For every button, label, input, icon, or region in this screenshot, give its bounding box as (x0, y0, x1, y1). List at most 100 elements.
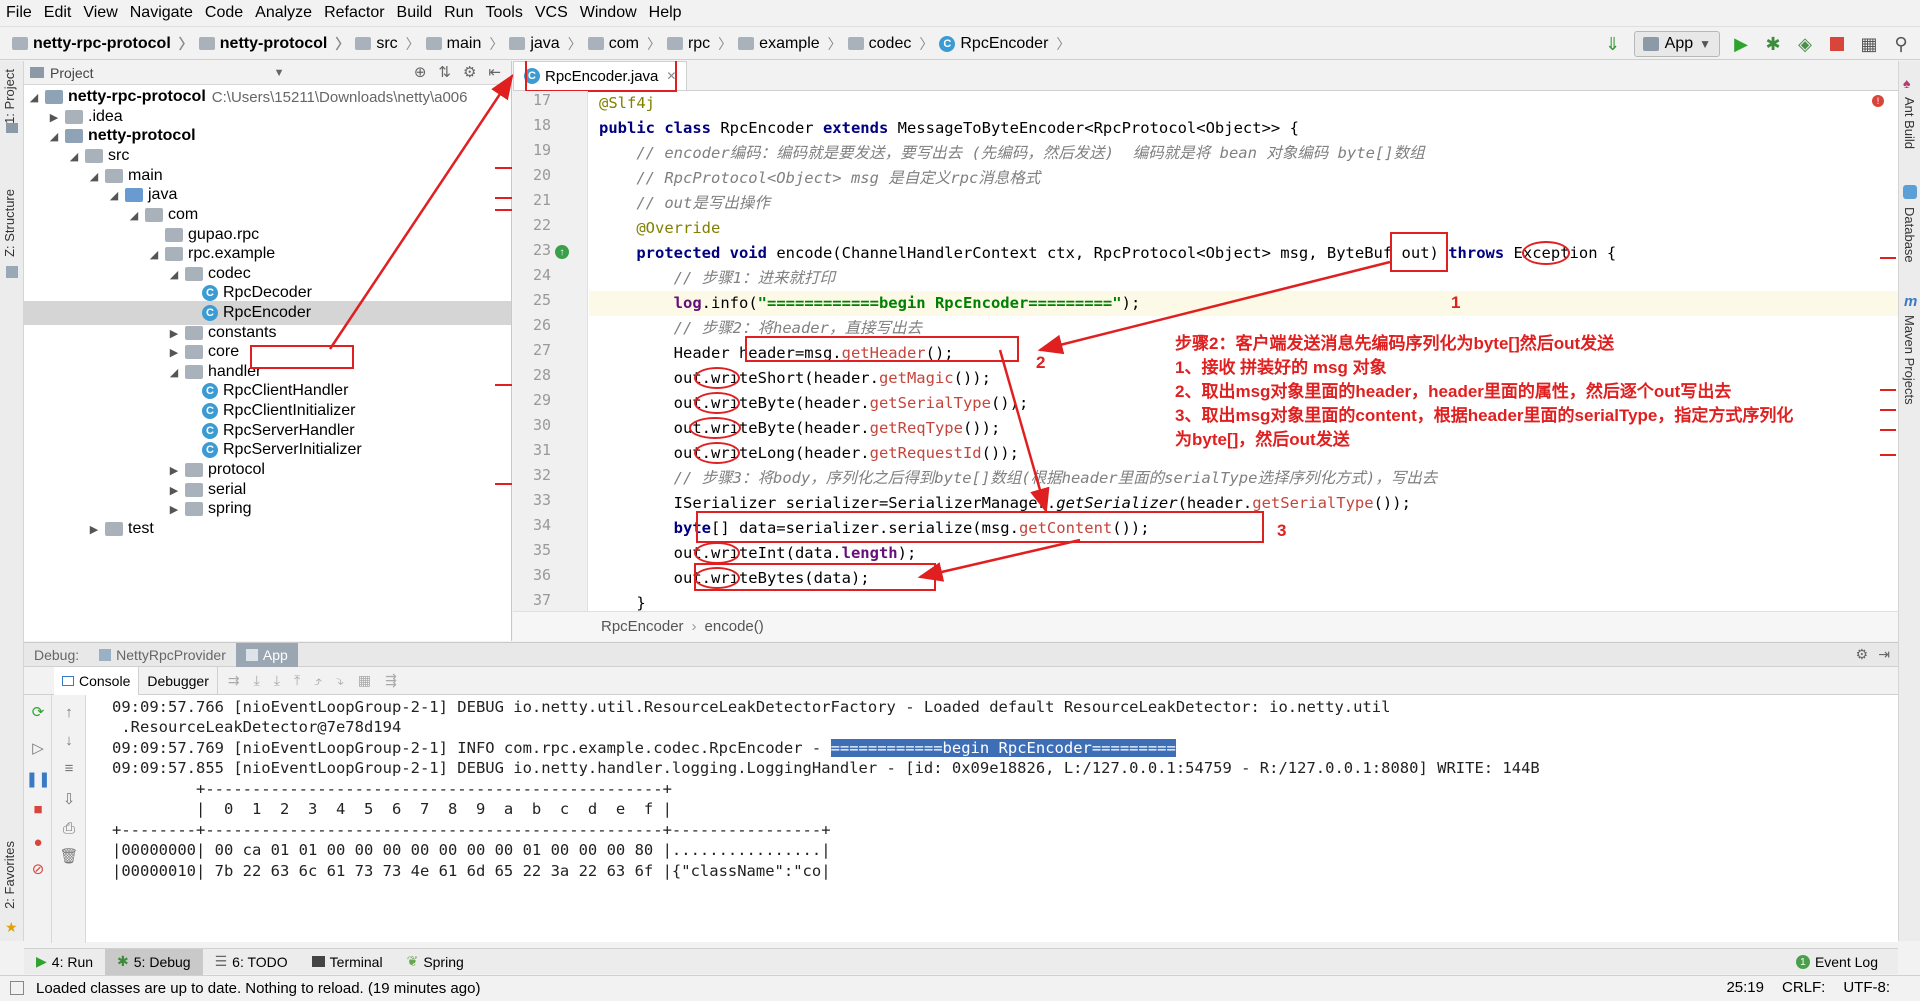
tool-tab-favorites[interactable]: 2: Favorites (2, 841, 17, 909)
status-toggle-icon[interactable] (10, 981, 24, 995)
breadcrumb-codec[interactable]: codec 〉 (847, 34, 933, 54)
expanded-arrow-icon: ◢ (49, 130, 59, 143)
menu-file[interactable]: File (6, 4, 32, 22)
line-number: 32 (532, 466, 551, 484)
left-tool-strip: 1: Project Z: Structure 2: Favorites ★ (0, 61, 24, 941)
pause-icon[interactable]: ❚❚ (25, 770, 50, 788)
breadcrumb-rpc[interactable]: rpc 〉 (666, 34, 732, 54)
collapsed-arrow-icon: ▶ (169, 503, 179, 516)
tool-tab-spring[interactable]: ❦ Spring (395, 949, 476, 975)
up-arrow-icon[interactable]: ↑ (60, 703, 78, 721)
run-icon[interactable]: ▶ (1730, 33, 1752, 55)
menu-edit[interactable]: Edit (44, 4, 72, 22)
menu-window[interactable]: Window (580, 4, 637, 22)
collapse-icon[interactable]: ⇅ (438, 63, 451, 81)
gear-icon[interactable]: ⚙ (1855, 646, 1868, 663)
code-line-23: protected void encode(ChannelHandlerCont… (636, 244, 1617, 262)
breadcrumb-src[interactable]: src 〉 (355, 34, 420, 54)
menu-navigate[interactable]: Navigate (130, 4, 193, 22)
debug-icon[interactable]: ✱ (1762, 33, 1784, 55)
chevron-right-icon: › (691, 618, 697, 635)
menu-analyze[interactable]: Analyze (255, 4, 312, 22)
tool-tab-database[interactable]: Database (1902, 207, 1917, 263)
hide-icon[interactable]: ⇤ (488, 63, 501, 81)
search-icon[interactable]: ⚲ (1890, 33, 1912, 55)
tree-label: netty-protocol (88, 127, 196, 144)
menu-tools[interactable]: Tools (485, 4, 522, 22)
tool-tab-terminal[interactable]: Terminal (300, 949, 395, 975)
folder-icon (105, 522, 123, 536)
tool-tab-debug[interactable]: ✱ 5: Debug (105, 948, 203, 975)
tool-tab-structure[interactable]: Z: Structure (2, 189, 17, 257)
caret-position[interactable]: 25:19 (1726, 979, 1764, 996)
breadcrumb-example[interactable]: example 〉 (738, 34, 842, 54)
code-line-28: out.writeShort(header.getMagic()); (599, 369, 991, 387)
debug-session-app[interactable]: App (235, 642, 298, 667)
tool-tab-todo[interactable]: ☰ 6: TODO (203, 949, 300, 975)
console-icon (62, 675, 74, 686)
file-encoding[interactable]: UTF-8: (1843, 979, 1890, 996)
build-icon[interactable]: ⇓ (1602, 33, 1624, 55)
event-log-button[interactable]: 1 Event Log (1795, 949, 1878, 975)
project-structure-icon[interactable]: ▦ (1858, 33, 1880, 55)
menu-build[interactable]: Build (397, 4, 433, 22)
tab-console[interactable]: Console (54, 666, 140, 695)
tab-debugger[interactable]: Debugger (139, 666, 218, 695)
tree-label: RpcServerInitializer (223, 441, 362, 458)
stop-icon[interactable]: ■ (29, 800, 47, 818)
tab-label: 4: Run (51, 953, 94, 970)
breadcrumb-java[interactable]: java 〉 (509, 34, 582, 54)
code-line-29: out.writeByte(header.getSerialType()); (599, 394, 1029, 412)
breadcrumb-class[interactable]: C RpcEncoder 〉 (939, 34, 1070, 54)
run-config-select[interactable]: App ▼ (1633, 31, 1720, 57)
scroll-end-icon[interactable]: ⇩ (60, 790, 78, 808)
mute-breakpoints-icon[interactable]: ⊘ (29, 860, 47, 878)
annotation-step-title: 步骤2：客户端发送消息先编码序列化为byte[]然后out发送 (1175, 334, 1615, 353)
view-breakpoints-icon[interactable]: ● (29, 833, 47, 851)
console-output[interactable]: 09:09:57.766 [nioEventLoopGroup-2-1] DEB… (86, 695, 1898, 943)
locate-icon[interactable]: ⊕ (414, 63, 427, 81)
tree-row-spring[interactable]: ▶ spring (166, 497, 252, 521)
coverage-icon[interactable]: ◈ (1794, 33, 1816, 55)
hide-icon[interactable]: ⇥ (1878, 646, 1890, 663)
menu-bar: File Edit View Navigate Code Analyze Ref… (0, 0, 1920, 27)
menu-view[interactable]: View (83, 4, 117, 22)
menu-help[interactable]: Help (649, 4, 682, 22)
down-arrow-icon[interactable]: ↓ (60, 731, 78, 749)
stop-icon[interactable] (1826, 33, 1848, 55)
tool-tab-maven[interactable]: Maven Projects (1902, 315, 1917, 405)
tool-tab-ant-build[interactable]: Ant Build (1902, 97, 1917, 149)
menu-code[interactable]: Code (205, 4, 243, 22)
gear-icon[interactable]: ⚙ (463, 63, 476, 81)
breadcrumb-method-name[interactable]: encode() (705, 618, 764, 635)
print-icon[interactable]: ⎙ (60, 819, 78, 837)
breadcrumb-module[interactable]: netty-protocol 〉 (198, 34, 349, 54)
line-number: 37 (532, 591, 551, 609)
tree-row-test[interactable]: ▶ test (86, 517, 154, 541)
breadcrumb-class-name[interactable]: RpcEncoder (601, 618, 684, 635)
breadcrumb-com[interactable]: com 〉 (587, 34, 661, 54)
line-separator[interactable]: CRLF: (1782, 979, 1825, 996)
tree-label: RpcDecoder (223, 284, 312, 301)
resume-icon[interactable]: ▷ (29, 739, 47, 757)
breadcrumb-project[interactable]: netty-rpc-protocol 〉 (12, 34, 193, 54)
tool-tab-run[interactable]: ▶ 4: Run (24, 949, 105, 975)
menu-refactor[interactable]: Refactor (324, 4, 384, 22)
menu-run[interactable]: Run (444, 4, 473, 22)
code-area[interactable]: @Slf4j public class RpcEncoder extends M… (589, 91, 1898, 612)
package-icon (185, 463, 203, 477)
project-panel-title: Project (50, 64, 94, 81)
rerun-icon[interactable]: ⟳ (29, 703, 47, 721)
override-marker-icon[interactable]: ↑ (555, 245, 569, 259)
chevron-down-icon[interactable]: ▼ (274, 67, 285, 79)
tree-label: protocol (208, 461, 265, 478)
run-config-label: App (1664, 35, 1694, 52)
debug-session-nettyrpcprovider[interactable]: NettyRpcProvider (89, 643, 236, 667)
trash-icon[interactable]: 🗑 (59, 847, 78, 865)
line-number: 31 (532, 441, 551, 459)
tool-tab-project[interactable]: 1: Project (2, 69, 17, 124)
line-number: 17 (532, 91, 551, 109)
breadcrumb-main[interactable]: main 〉 (425, 34, 503, 54)
menu-vcs[interactable]: VCS (535, 4, 568, 22)
soft-wrap-icon[interactable]: ≡ (60, 759, 78, 777)
